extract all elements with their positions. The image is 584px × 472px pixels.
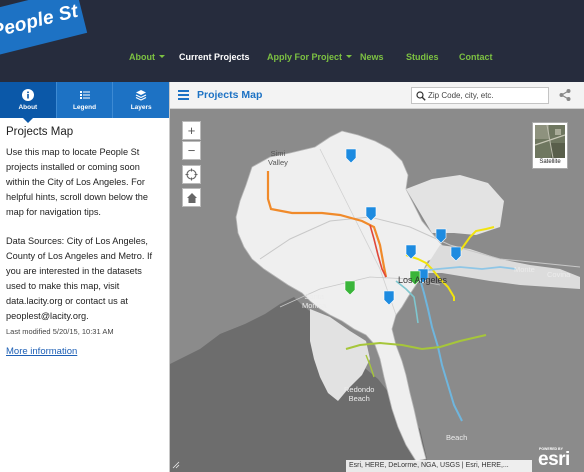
chevron-down-icon: [159, 55, 165, 58]
tab-legend-label: Legend: [72, 104, 97, 111]
label-redondo-beach: Redondo Beach: [344, 385, 375, 403]
basemap-label: Satellite: [539, 159, 561, 165]
crosshair-icon: [185, 168, 198, 181]
nav-studies[interactable]: Studies: [406, 52, 439, 62]
nav-contact-label: Contact: [459, 52, 493, 62]
info-icon: [21, 89, 34, 101]
basemap-layer: [170, 109, 584, 472]
basemap-toggle[interactable]: Satellite: [532, 122, 568, 169]
zoom-out-label: −: [187, 143, 196, 158]
tab-layers-label: Layers: [130, 104, 152, 111]
nav-about-label: About: [129, 52, 155, 62]
locate-button[interactable]: [182, 165, 201, 184]
nav-apply-label: Apply For Project: [267, 52, 343, 62]
label-long-beach: Beach: [446, 433, 468, 442]
main-nav: About Current Projects Apply For Project…: [0, 52, 584, 66]
tab-about[interactable]: About: [0, 82, 57, 123]
nav-news[interactable]: News: [360, 52, 384, 62]
satellite-thumbnail: [535, 125, 565, 158]
share-icon[interactable]: [558, 88, 572, 102]
logo-text: People St: [0, 0, 81, 43]
sidebar-description: Use this map to locate People St project…: [6, 147, 148, 217]
label-simi-valley: Simi Valley: [268, 149, 288, 167]
sidebar-data-sources: Data Sources: City of Los Angeles, Count…: [6, 236, 153, 321]
resize-handle-icon[interactable]: [172, 461, 180, 469]
map-toolbar: Projects Map: [170, 82, 584, 109]
nav-about[interactable]: About: [129, 52, 165, 62]
zoom-in-label: +: [187, 123, 196, 138]
search-icon[interactable]: [416, 91, 426, 101]
nav-contact[interactable]: Contact: [459, 52, 493, 62]
label-covina: Covina: [547, 270, 571, 279]
nav-apply-for-project[interactable]: Apply For Project: [267, 52, 353, 62]
site-logo[interactable]: People St: [0, 0, 88, 57]
map-title: Projects Map: [197, 89, 263, 101]
search-input[interactable]: [428, 89, 546, 102]
home-button[interactable]: [182, 188, 201, 207]
site-header: People St About Current Projects Apply F…: [0, 0, 584, 82]
map-canvas[interactable]: Simi Valley Los Angeles Monte Covina San…: [170, 109, 584, 472]
zoom-out-button[interactable]: −: [182, 141, 201, 160]
zoom-in-button[interactable]: +: [182, 121, 201, 140]
sidebar-title: Projects Map: [6, 126, 74, 138]
legend-icon: [79, 91, 90, 99]
nav-current-projects[interactable]: Current Projects: [179, 52, 250, 62]
more-information-link[interactable]: More information: [6, 346, 77, 357]
sidebar-about-panel: Projects Map Use this map to locate Peop…: [0, 118, 169, 359]
label-santa-monica: Santa Monica: [302, 292, 327, 310]
nav-studies-label: Studies: [406, 52, 439, 62]
sidebar-tabs: About Legend Layers: [0, 82, 169, 123]
last-modified: Last modified 5/20/15, 10:31 AM: [6, 327, 114, 336]
menu-icon[interactable]: [178, 90, 189, 100]
esri-logo[interactable]: POWERED BY esri: [538, 447, 582, 470]
label-monte: Monte: [514, 265, 535, 274]
tab-layers[interactable]: Layers: [113, 82, 169, 118]
layers-icon: [135, 90, 147, 101]
home-icon: [186, 192, 197, 203]
tab-about-label: About: [18, 104, 38, 111]
sidebar: About Legend Layers Projects Map Use thi…: [0, 82, 170, 472]
esri-wordmark: esri: [538, 449, 570, 470]
map-attribution: Esri, HERE, DeLorme, NGA, USGS | Esri, H…: [346, 460, 532, 472]
nav-news-label: News: [360, 52, 384, 62]
label-los-angeles: Los Angeles: [398, 275, 448, 285]
chevron-down-icon: [346, 55, 353, 58]
search-box: [411, 87, 549, 104]
nav-current-projects-label: Current Projects: [179, 52, 250, 62]
tab-legend[interactable]: Legend: [57, 82, 114, 118]
